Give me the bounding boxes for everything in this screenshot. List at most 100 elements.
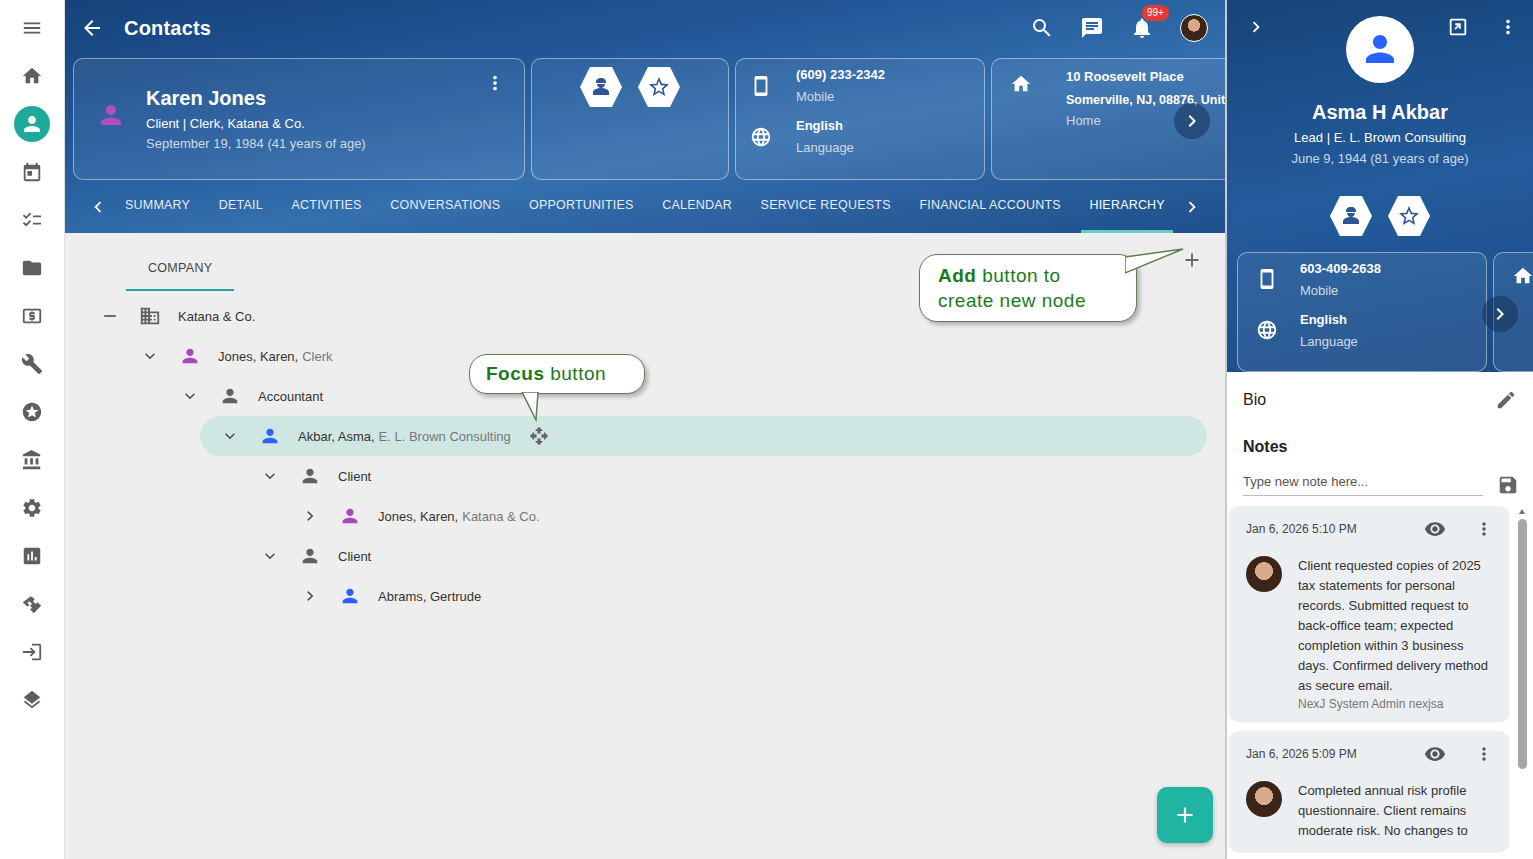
tab[interactable]: OPPORTUNITIES	[521, 180, 641, 233]
pencil-icon[interactable]	[1495, 389, 1517, 411]
chevron-right-icon[interactable]	[300, 586, 320, 606]
scrollbar-thumb[interactable]	[1518, 519, 1527, 769]
tab[interactable]: ACTIVITIES	[284, 180, 370, 233]
contacts-icon[interactable]	[20, 112, 44, 136]
note-card: Jan 6, 2026 5:10 PMClient requested copi…	[1229, 506, 1509, 721]
more-icon[interactable]	[484, 72, 506, 94]
chevron-down-icon[interactable]	[140, 346, 160, 366]
rail-item[interactable]	[0, 292, 64, 340]
worker-badge-icon[interactable]	[579, 65, 623, 109]
tab[interactable]: SERVICE REQUESTS	[753, 180, 899, 233]
chevron-right-icon[interactable]	[1181, 196, 1203, 218]
money-icon[interactable]	[21, 305, 43, 327]
language-label: Language	[1300, 334, 1358, 349]
open-card-icon[interactable]	[1447, 16, 1469, 38]
handshake-icon[interactable]	[21, 593, 43, 615]
chevron-right-icon[interactable]	[1245, 16, 1267, 38]
scrollbar[interactable]	[1516, 506, 1528, 859]
wrench-icon[interactable]	[21, 353, 43, 375]
rail-item[interactable]	[0, 340, 64, 388]
subtab[interactable]: COMPANY	[126, 261, 234, 291]
home-icon[interactable]	[21, 65, 43, 87]
folder-icon[interactable]	[21, 257, 43, 279]
rail-item[interactable]	[0, 676, 64, 724]
focus-icon[interactable]	[529, 426, 549, 446]
tasks-icon[interactable]	[21, 209, 43, 231]
rail-item[interactable]	[0, 580, 64, 628]
star-badge-icon[interactable]	[1387, 194, 1431, 238]
chevron-right-icon[interactable]	[1488, 302, 1512, 326]
tree-node[interactable]: Jones, Karen,Katana & Co.	[280, 496, 1207, 536]
plus-icon[interactable]	[1172, 802, 1198, 828]
search-icon[interactable]	[1030, 16, 1054, 40]
next-card-button[interactable]	[1482, 296, 1518, 332]
phone-number[interactable]: (609) 233-2342	[796, 67, 885, 82]
home-icon	[1010, 73, 1032, 95]
rail-item[interactable]	[0, 4, 64, 52]
tab[interactable]: FINANCIAL ACCOUNTS	[911, 180, 1068, 233]
rail-item[interactable]	[0, 484, 64, 532]
star-badge-icon[interactable]	[637, 65, 681, 109]
scroll-up-icon[interactable]	[1518, 508, 1526, 515]
add-fab[interactable]	[1157, 787, 1213, 843]
bank-icon[interactable]	[21, 449, 43, 471]
tree-node[interactable]: Client	[240, 536, 1207, 576]
tree-node[interactable]: Abrams, Gertrude	[280, 576, 1207, 616]
chevron-down-icon[interactable]	[220, 426, 240, 446]
notifications-button[interactable]: 99+	[1130, 16, 1154, 40]
main-area: Contacts99+Karen JonesClient | Clerk, Ka…	[65, 0, 1225, 859]
chevron-right-icon[interactable]	[300, 506, 320, 526]
rail-item[interactable]	[0, 388, 64, 436]
node-name: Accountant	[258, 389, 323, 404]
tree-node[interactable]: Akbar, Asma,E. L. Brown Consulting	[200, 416, 1207, 456]
tree-node[interactable]: Jones, Karen,Clerk	[120, 336, 1207, 376]
rail-item[interactable]	[0, 148, 64, 196]
tab[interactable]: SUMMARY	[117, 180, 198, 233]
rail-item[interactable]	[0, 244, 64, 292]
rail-item[interactable]	[0, 532, 64, 580]
add-node-icon[interactable]	[1181, 249, 1203, 271]
rail-item[interactable]	[0, 436, 64, 484]
tab[interactable]: HIERARCHY	[1081, 180, 1172, 233]
phone-number[interactable]: 603-409-2638	[1300, 261, 1381, 276]
more-icon[interactable]	[1474, 744, 1494, 764]
next-card-button[interactable]	[1174, 103, 1210, 139]
top-actions: 99+	[1030, 14, 1208, 42]
save-icon[interactable]	[1497, 474, 1519, 496]
chat-icon[interactable]	[1080, 16, 1104, 40]
language-label: Language	[796, 140, 854, 155]
eye-icon[interactable]	[1424, 743, 1446, 765]
chevron-down-icon[interactable]	[260, 466, 280, 486]
login-icon[interactable]	[21, 641, 43, 663]
rail-item[interactable]	[0, 100, 64, 148]
chevron-left-icon[interactable]	[87, 196, 109, 218]
more-icon[interactable]	[1474, 519, 1494, 539]
gear-icon[interactable]	[21, 497, 43, 519]
note-input[interactable]	[1243, 470, 1483, 496]
node-name: Katana & Co.	[178, 309, 255, 324]
star-icon[interactable]	[21, 401, 43, 423]
node-name: Client	[338, 469, 371, 484]
collapse-icon[interactable]	[100, 306, 120, 326]
tab[interactable]: DETAIL	[211, 180, 271, 233]
more-icon[interactable]	[1497, 16, 1519, 38]
user-avatar[interactable]	[1180, 14, 1208, 42]
menu-icon[interactable]	[21, 17, 43, 39]
tree-node[interactable]: Accountant	[160, 376, 1207, 416]
chevron-down-icon[interactable]	[180, 386, 200, 406]
rail-item[interactable]	[0, 52, 64, 100]
chevron-down-icon[interactable]	[260, 546, 280, 566]
rail-item[interactable]	[0, 628, 64, 676]
back-arrow-icon[interactable]	[80, 16, 104, 40]
calendar-icon[interactable]	[21, 161, 43, 183]
chart-icon[interactable]	[21, 545, 43, 567]
tree-node[interactable]: Client	[240, 456, 1207, 496]
layers-icon[interactable]	[21, 689, 43, 711]
rail-selected-marker[interactable]	[14, 106, 50, 142]
eye-icon[interactable]	[1424, 518, 1446, 540]
tab[interactable]: CONVERSATIONS	[382, 180, 508, 233]
worker-badge-icon[interactable]	[1329, 194, 1373, 238]
tab[interactable]: CALENDAR	[654, 180, 740, 233]
rail-item[interactable]	[0, 196, 64, 244]
chevron-right-icon[interactable]	[1180, 109, 1204, 133]
